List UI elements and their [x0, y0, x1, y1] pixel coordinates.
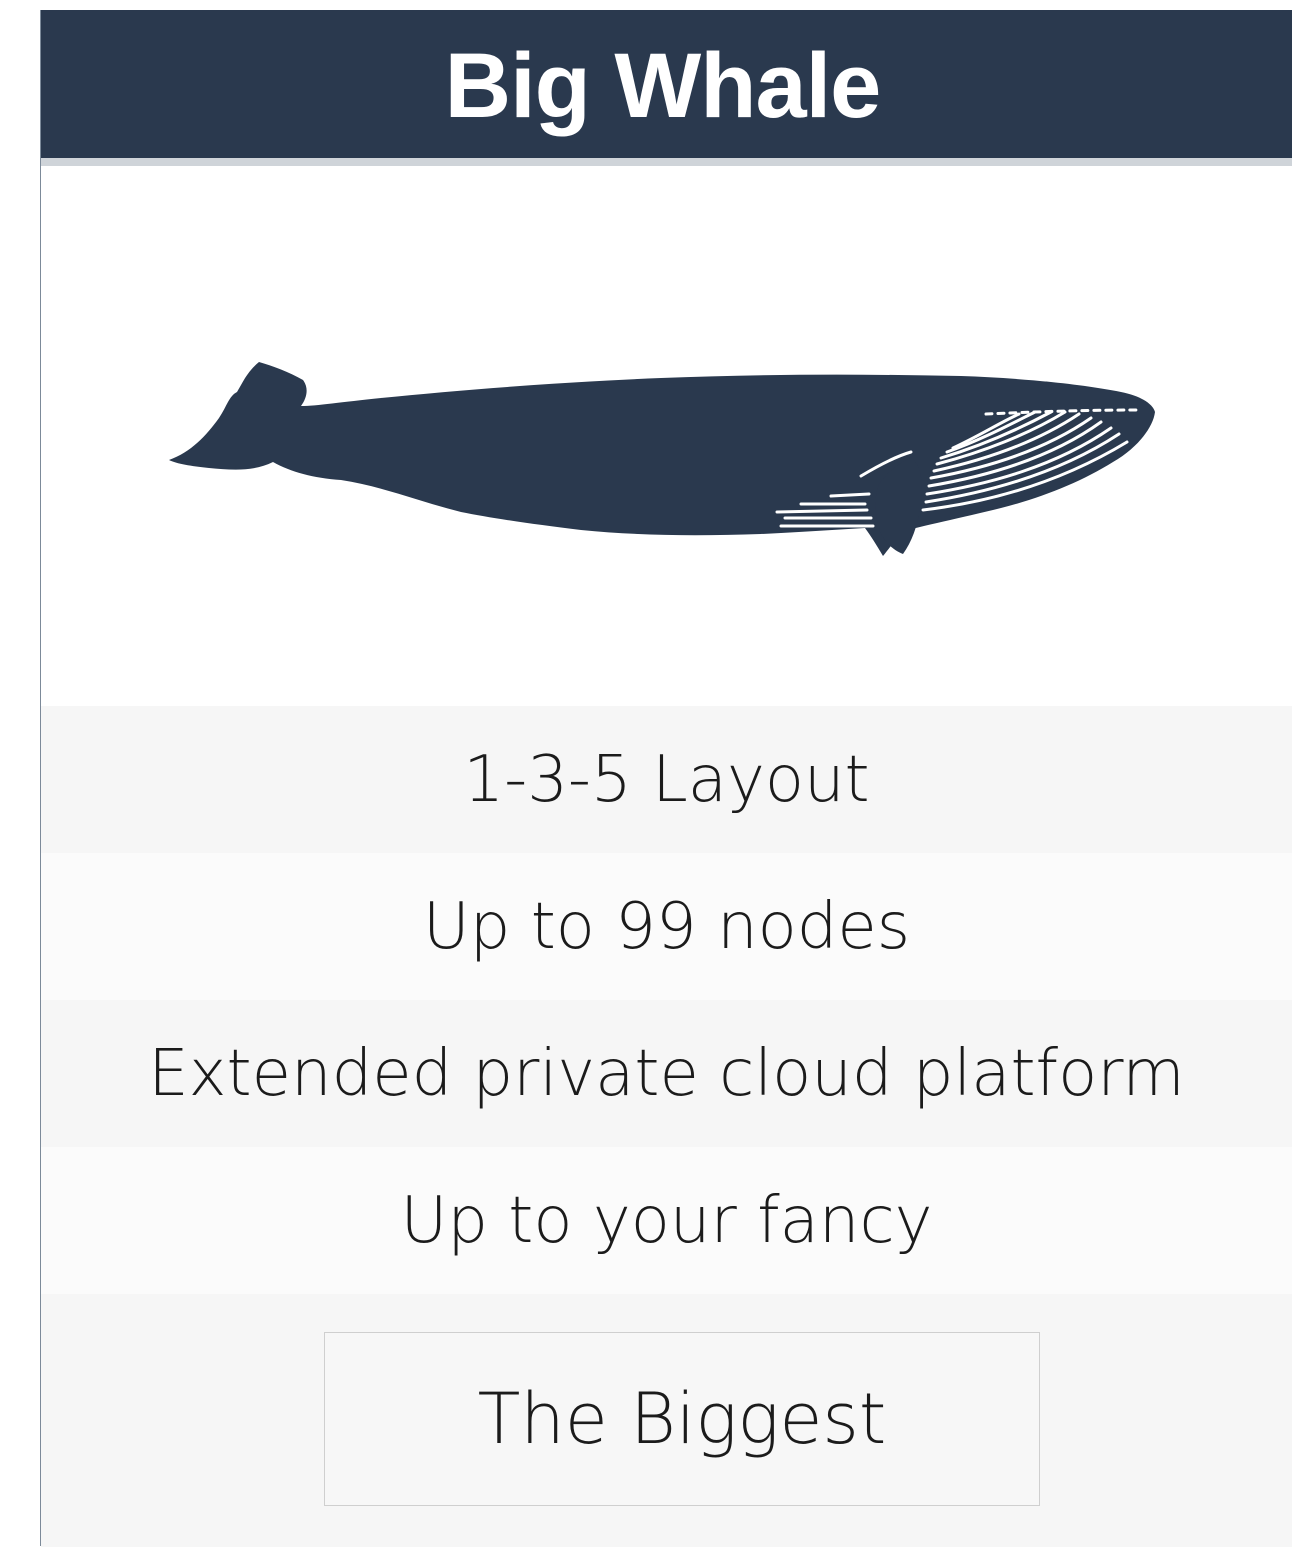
whale-icon [169, 362, 1155, 556]
feature-item: 1-3-5 Layout [41, 706, 1292, 853]
header-divider [41, 158, 1292, 166]
feature-item: Extended private cloud platform [41, 1000, 1292, 1147]
feature-list: 1-3-5 Layout Up to 99 nodes Extended pri… [41, 706, 1292, 1294]
whale-illustration [41, 166, 1292, 706]
card-title: Big Whale [444, 34, 882, 137]
card-header: Big Whale [41, 10, 1292, 158]
feature-item: Up to your fancy [41, 1147, 1292, 1294]
pricing-card: Big Whale 1-3-5 Layout Up to 99 nodes Ex… [40, 10, 1292, 1547]
feature-item: Up to 99 nodes [41, 853, 1292, 1000]
the-biggest-button[interactable]: The Biggest [324, 1332, 1040, 1506]
card-footer: The Biggest [41, 1294, 1292, 1547]
